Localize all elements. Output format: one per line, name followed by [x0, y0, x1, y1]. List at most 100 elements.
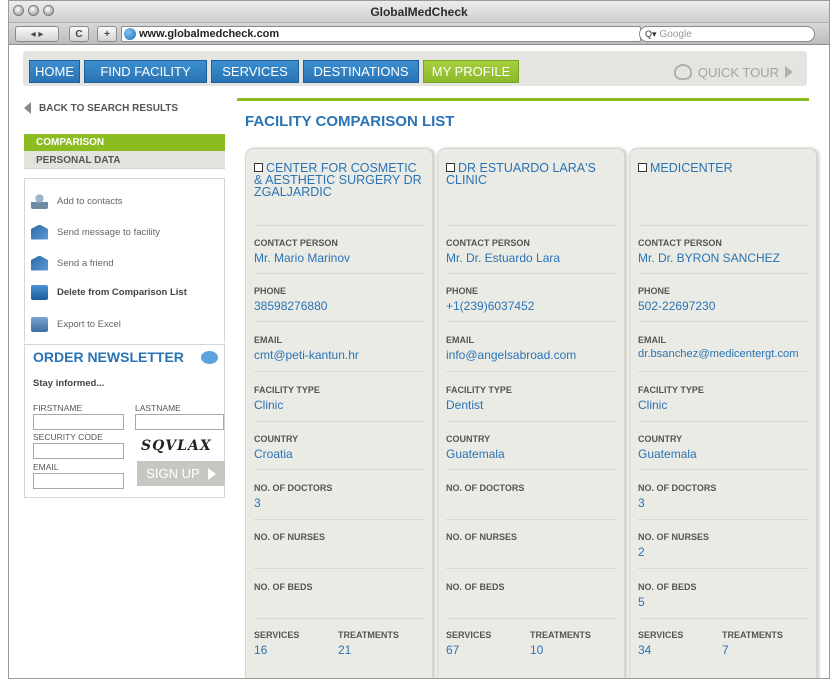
- title-bar: GlobalMedCheck: [9, 1, 829, 23]
- action-label: Export to Excel: [57, 318, 121, 330]
- email-value[interactable]: dr.bsanchez@medicentergt.com: [638, 348, 799, 360]
- firstname-input[interactable]: [33, 414, 124, 430]
- treatments-value[interactable]: 7: [722, 643, 729, 657]
- divider: [254, 618, 424, 619]
- nurses-label: NO. OF NURSES: [254, 532, 326, 542]
- facility-name[interactable]: CENTER FOR COSMETIC & AESTHETIC SURGERY …: [254, 162, 424, 198]
- email-value[interactable]: cmt@peti-kantun.hr: [254, 348, 359, 362]
- divider: [638, 273, 808, 274]
- treatments-value[interactable]: 10: [530, 643, 543, 657]
- divider: [254, 469, 424, 470]
- action-list: Add to contacts Send message to facility…: [24, 178, 225, 343]
- facility-column-2: DR ESTUARDO LARA'S CLINIC CONTACT PERSON…: [437, 148, 625, 678]
- divider: [446, 273, 616, 274]
- doctors-value: 3: [638, 496, 645, 510]
- action-label: Delete from Comparison List: [57, 286, 187, 298]
- divider: [638, 321, 808, 322]
- nav-find-facility[interactable]: FIND FACILITY: [84, 60, 207, 83]
- sign-up-button[interactable]: SIGN UP: [137, 461, 225, 486]
- helmet-icon: [673, 64, 692, 80]
- services-label: SERVICES: [446, 630, 492, 640]
- divider: [638, 519, 808, 520]
- add-bookmark-button[interactable]: +: [97, 26, 117, 42]
- divider: [638, 618, 808, 619]
- services-value[interactable]: 16: [254, 643, 267, 657]
- services-value[interactable]: 34: [638, 643, 651, 657]
- export-excel-action[interactable]: Export to Excel: [31, 313, 121, 335]
- type-value: Clinic: [638, 398, 668, 412]
- contact-label: CONTACT PERSON: [638, 238, 722, 248]
- facility-checkbox[interactable]: [446, 163, 455, 172]
- action-label: Send message to facility: [57, 226, 160, 238]
- phone-value: +1(239)6037452: [446, 299, 535, 313]
- tab-personal-data[interactable]: PERSONAL DATA: [24, 151, 225, 169]
- type-label: FACILITY TYPE: [254, 385, 320, 395]
- facility-name-text: DR ESTUARDO LARA'S CLINIC: [446, 161, 596, 187]
- browser-toolbar: ◂ ▸ C + www.globalmedcheck.com Q▾ Google: [9, 23, 829, 45]
- search-field[interactable]: Q▾ Google: [639, 26, 815, 42]
- send-message-action[interactable]: Send message to facility: [31, 221, 160, 243]
- arrow-right-icon: [785, 66, 793, 78]
- divider: [254, 568, 424, 569]
- country-label: COUNTRY: [638, 434, 683, 444]
- country-label: COUNTRY: [446, 434, 491, 444]
- nav-home[interactable]: HOME: [29, 60, 80, 83]
- back-forward-button[interactable]: ◂ ▸: [15, 26, 59, 42]
- divider: [638, 421, 808, 422]
- back-to-search-link[interactable]: BACK TO SEARCH RESULTS: [24, 102, 178, 114]
- email-label: EMAIL: [446, 335, 474, 345]
- facility-name[interactable]: MEDICENTER: [638, 162, 808, 174]
- address-bar[interactable]: www.globalmedcheck.com: [121, 26, 641, 42]
- security-code-input[interactable]: [33, 443, 124, 459]
- type-value: Clinic: [254, 398, 284, 412]
- quick-tour-button[interactable]: QUICK TOUR: [673, 61, 793, 83]
- nurses-label: NO. OF NURSES: [446, 532, 518, 542]
- facility-checkbox[interactable]: [254, 163, 263, 172]
- services-label: SERVICES: [638, 630, 684, 640]
- divider: [254, 225, 424, 226]
- services-label: SERVICES: [254, 630, 300, 640]
- facility-name-text: CENTER FOR COSMETIC & AESTHETIC SURGERY …: [254, 161, 422, 199]
- divider: [446, 371, 616, 372]
- treatments-label: TREATMENTS: [338, 630, 399, 640]
- delete-from-list-action[interactable]: Delete from Comparison List: [31, 281, 187, 303]
- divider: [446, 568, 616, 569]
- divider: [254, 371, 424, 372]
- phone-value: 502-22697230: [638, 299, 716, 313]
- nav-services[interactable]: SERVICES: [211, 60, 299, 83]
- security-code-label: SECURITY CODE: [33, 432, 103, 442]
- contact-value: Mr. Dr. BYRON SANCHEZ: [638, 251, 781, 265]
- add-to-contacts-action[interactable]: Add to contacts: [31, 190, 122, 212]
- quick-tour-label: QUICK TOUR: [697, 64, 779, 80]
- tab-comparison[interactable]: COMPARISON: [24, 134, 225, 151]
- facility-checkbox[interactable]: [638, 163, 647, 172]
- country-value: Guatemala: [638, 447, 697, 461]
- doctors-label: NO. OF DOCTORS: [254, 483, 333, 493]
- treatments-label: TREATMENTS: [722, 630, 783, 640]
- newsletter-subtitle: Stay informed...: [33, 378, 105, 389]
- treatments-value[interactable]: 21: [338, 643, 351, 657]
- action-label: Add to contacts: [57, 195, 123, 207]
- contact-value: Mr. Dr. Estuardo Lara: [446, 251, 561, 265]
- main-navigation: HOME FIND FACILITY SERVICES DESTINATIONS…: [23, 51, 807, 86]
- contact-label: CONTACT PERSON: [446, 238, 530, 248]
- email-value[interactable]: info@angelsabroad.com: [446, 348, 576, 362]
- email-input[interactable]: [33, 473, 124, 489]
- divider: [446, 618, 616, 619]
- facility-name[interactable]: DR ESTUARDO LARA'S CLINIC: [446, 162, 616, 186]
- browser-window: GlobalMedCheck ◂ ▸ C + www.globalmedchec…: [8, 0, 830, 679]
- reload-button[interactable]: C: [69, 26, 89, 42]
- nav-destinations[interactable]: DESTINATIONS: [303, 60, 419, 83]
- newsletter-title: ORDER NEWSLETTER: [33, 349, 184, 365]
- email-label: EMAIL: [33, 462, 59, 472]
- nurses-label: NO. OF NURSES: [638, 532, 710, 542]
- email-label: EMAIL: [254, 335, 282, 345]
- lastname-input[interactable]: [135, 414, 224, 430]
- send-friend-action[interactable]: Send a friend: [31, 252, 114, 274]
- doctors-label: NO. OF DOCTORS: [638, 483, 717, 493]
- services-value[interactable]: 67: [446, 643, 459, 657]
- divider: [446, 519, 616, 520]
- nav-my-profile[interactable]: MY PROFILE: [423, 60, 519, 83]
- speech-bubble-icon: [201, 351, 218, 364]
- globe-icon: [124, 28, 136, 40]
